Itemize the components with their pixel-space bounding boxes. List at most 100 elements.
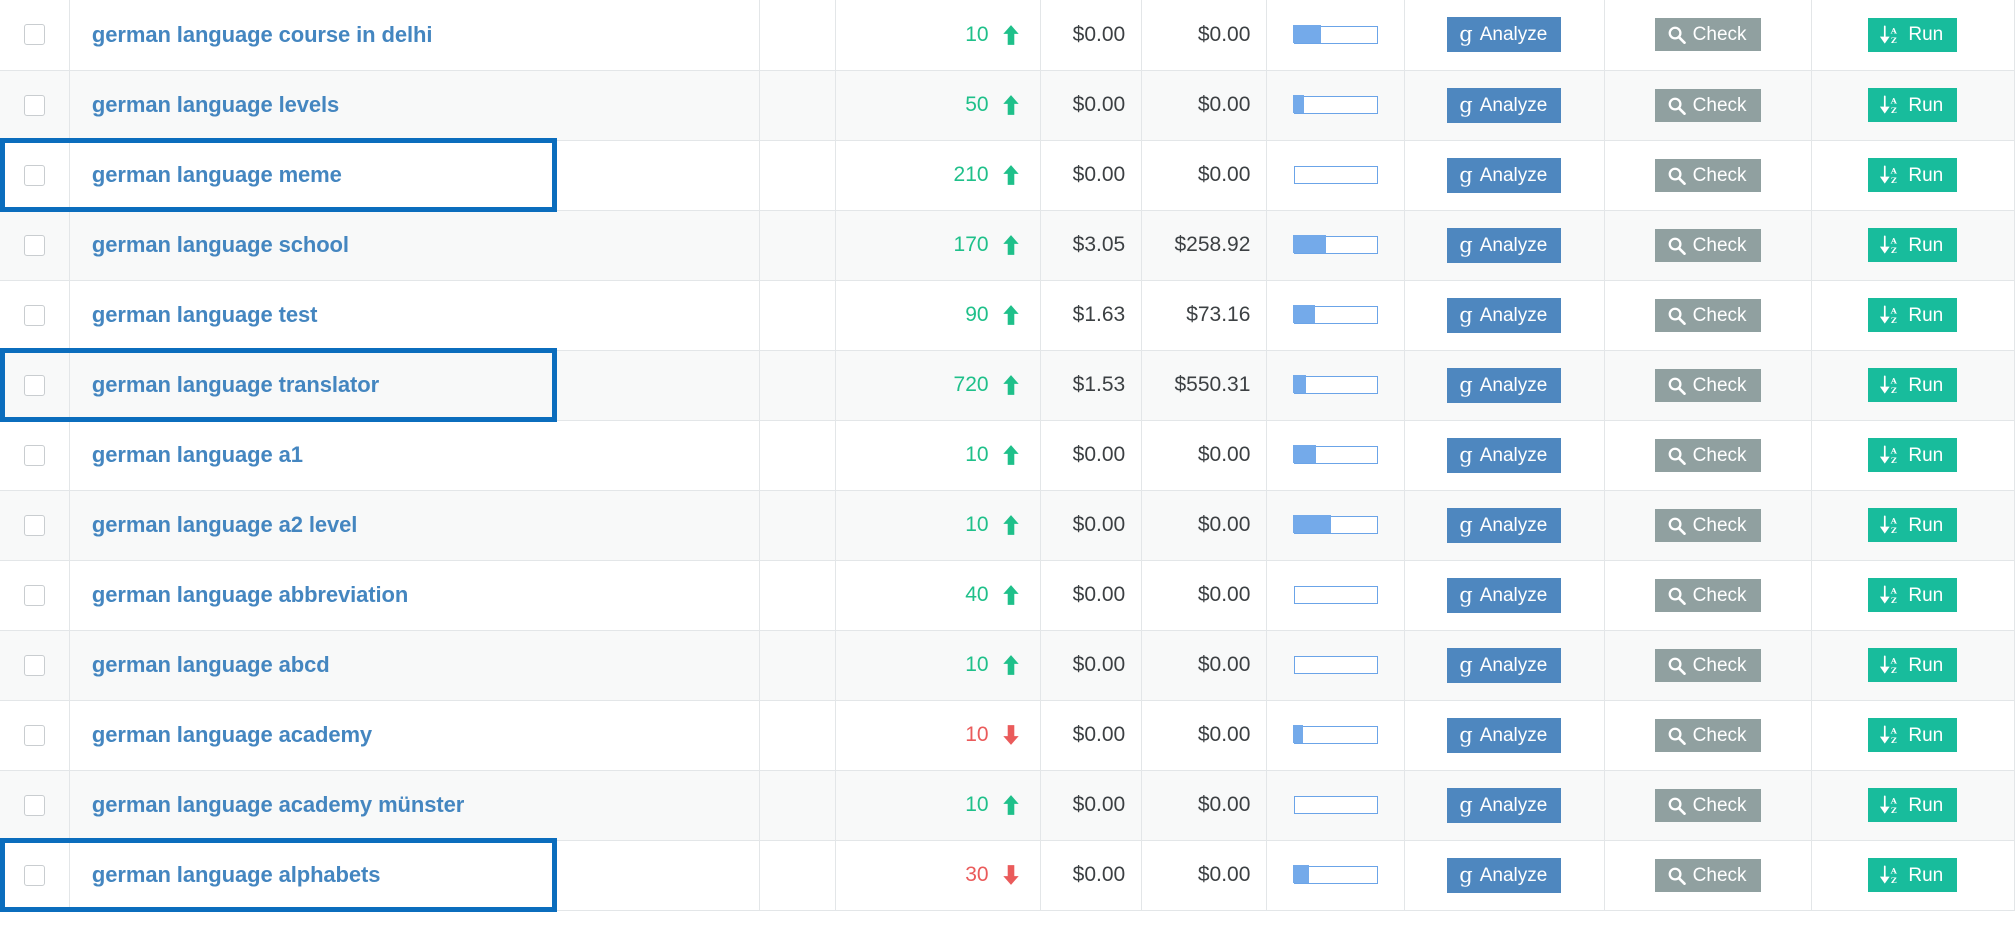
row-select-cell[interactable] bbox=[0, 490, 69, 560]
check-button[interactable]: Check bbox=[1655, 859, 1761, 892]
analyze-button[interactable]: gAnalyze bbox=[1447, 368, 1561, 403]
keyword-cell[interactable]: german language a1 bbox=[69, 420, 760, 490]
check-cell[interactable]: Check bbox=[1604, 770, 1811, 840]
run-button[interactable]: AZRun bbox=[1868, 88, 1957, 122]
table-row[interactable]: german language academy10$0.00$0.00gAnal… bbox=[0, 700, 2015, 770]
check-button[interactable]: Check bbox=[1655, 719, 1761, 752]
row-checkbox[interactable] bbox=[24, 95, 45, 116]
check-button[interactable]: Check bbox=[1655, 789, 1761, 822]
run-cell[interactable]: AZRun bbox=[1811, 0, 2014, 70]
check-cell[interactable]: Check bbox=[1604, 630, 1811, 700]
run-cell[interactable]: AZRun bbox=[1811, 140, 2014, 210]
table-row[interactable]: german language meme210$0.00$0.00gAnalyz… bbox=[0, 140, 2015, 210]
row-checkbox[interactable] bbox=[24, 865, 45, 886]
analyze-button[interactable]: gAnalyze bbox=[1447, 508, 1561, 543]
analyze-cell[interactable]: gAnalyze bbox=[1405, 700, 1605, 770]
row-checkbox[interactable] bbox=[24, 24, 45, 45]
row-select-cell[interactable] bbox=[0, 210, 69, 280]
analyze-cell[interactable]: gAnalyze bbox=[1405, 420, 1605, 490]
run-cell[interactable]: AZRun bbox=[1811, 70, 2014, 140]
check-cell[interactable]: Check bbox=[1604, 700, 1811, 770]
keyword-link[interactable]: german language school bbox=[92, 232, 349, 257]
analyze-button[interactable]: gAnalyze bbox=[1447, 88, 1561, 123]
run-button[interactable]: AZRun bbox=[1868, 298, 1957, 332]
keyword-link[interactable]: german language abcd bbox=[92, 652, 330, 677]
row-select-cell[interactable] bbox=[0, 140, 69, 210]
check-button[interactable]: Check bbox=[1655, 649, 1761, 682]
keyword-cell[interactable]: german language abbreviation bbox=[69, 560, 760, 630]
row-select-cell[interactable] bbox=[0, 0, 69, 70]
keyword-cell[interactable]: german language academy münster bbox=[69, 770, 760, 840]
run-button[interactable]: AZRun bbox=[1868, 508, 1957, 542]
keyword-link[interactable]: german language abbreviation bbox=[92, 582, 408, 607]
row-checkbox[interactable] bbox=[24, 165, 45, 186]
run-button[interactable]: AZRun bbox=[1868, 648, 1957, 682]
run-button[interactable]: AZRun bbox=[1868, 18, 1957, 52]
run-cell[interactable]: AZRun bbox=[1811, 420, 2014, 490]
row-select-cell[interactable] bbox=[0, 280, 69, 350]
check-button[interactable]: Check bbox=[1655, 159, 1761, 192]
keyword-link[interactable]: german language course in delhi bbox=[92, 22, 432, 47]
run-cell[interactable]: AZRun bbox=[1811, 770, 2014, 840]
keyword-cell[interactable]: german language academy bbox=[69, 700, 760, 770]
run-cell[interactable]: AZRun bbox=[1811, 560, 2014, 630]
run-cell[interactable]: AZRun bbox=[1811, 350, 2014, 420]
analyze-cell[interactable]: gAnalyze bbox=[1405, 560, 1605, 630]
run-button[interactable]: AZRun bbox=[1868, 718, 1957, 752]
row-select-cell[interactable] bbox=[0, 350, 69, 420]
table-row[interactable]: german language school170$3.05$258.92gAn… bbox=[0, 210, 2015, 280]
analyze-button[interactable]: gAnalyze bbox=[1447, 718, 1561, 753]
keyword-link[interactable]: german language academy münster bbox=[92, 792, 464, 817]
table-row[interactable]: german language test90$1.63$73.16gAnalyz… bbox=[0, 280, 2015, 350]
keyword-link[interactable]: german language a1 bbox=[92, 442, 303, 467]
run-button[interactable]: AZRun bbox=[1868, 438, 1957, 472]
run-button[interactable]: AZRun bbox=[1868, 578, 1957, 612]
row-checkbox[interactable] bbox=[24, 655, 45, 676]
check-cell[interactable]: Check bbox=[1604, 350, 1811, 420]
table-row[interactable]: german language a110$0.00$0.00gAnalyzeCh… bbox=[0, 420, 2015, 490]
check-button[interactable]: Check bbox=[1655, 439, 1761, 472]
keyword-cell[interactable]: german language a2 level bbox=[69, 490, 760, 560]
run-cell[interactable]: AZRun bbox=[1811, 280, 2014, 350]
analyze-cell[interactable]: gAnalyze bbox=[1405, 350, 1605, 420]
keyword-cell[interactable]: german language alphabets bbox=[69, 840, 760, 910]
run-cell[interactable]: AZRun bbox=[1811, 700, 2014, 770]
table-row[interactable]: german language a2 level10$0.00$0.00gAna… bbox=[0, 490, 2015, 560]
keyword-link[interactable]: german language test bbox=[92, 302, 317, 327]
check-button[interactable]: Check bbox=[1655, 229, 1761, 262]
check-cell[interactable]: Check bbox=[1604, 280, 1811, 350]
analyze-button[interactable]: gAnalyze bbox=[1447, 158, 1561, 193]
analyze-cell[interactable]: gAnalyze bbox=[1405, 70, 1605, 140]
row-select-cell[interactable] bbox=[0, 700, 69, 770]
row-checkbox[interactable] bbox=[24, 795, 45, 816]
check-button[interactable]: Check bbox=[1655, 18, 1761, 51]
row-checkbox[interactable] bbox=[24, 445, 45, 466]
check-cell[interactable]: Check bbox=[1604, 70, 1811, 140]
check-button[interactable]: Check bbox=[1655, 89, 1761, 122]
check-cell[interactable]: Check bbox=[1604, 560, 1811, 630]
table-row[interactable]: german language abcd10$0.00$0.00gAnalyze… bbox=[0, 630, 2015, 700]
keyword-cell[interactable]: german language test bbox=[69, 280, 760, 350]
analyze-cell[interactable]: gAnalyze bbox=[1405, 840, 1605, 910]
analyze-button[interactable]: gAnalyze bbox=[1447, 228, 1561, 263]
analyze-cell[interactable]: gAnalyze bbox=[1405, 280, 1605, 350]
run-button[interactable]: AZRun bbox=[1868, 858, 1957, 892]
analyze-cell[interactable]: gAnalyze bbox=[1405, 210, 1605, 280]
row-select-cell[interactable] bbox=[0, 560, 69, 630]
analyze-button[interactable]: gAnalyze bbox=[1447, 17, 1561, 52]
table-row[interactable]: german language levels50$0.00$0.00gAnaly… bbox=[0, 70, 2015, 140]
check-cell[interactable]: Check bbox=[1604, 210, 1811, 280]
row-select-cell[interactable] bbox=[0, 770, 69, 840]
check-cell[interactable]: Check bbox=[1604, 420, 1811, 490]
analyze-cell[interactable]: gAnalyze bbox=[1405, 630, 1605, 700]
keyword-link[interactable]: german language translator bbox=[92, 372, 379, 397]
check-cell[interactable]: Check bbox=[1604, 490, 1811, 560]
analyze-button[interactable]: gAnalyze bbox=[1447, 648, 1561, 683]
analyze-button[interactable]: gAnalyze bbox=[1447, 578, 1561, 613]
keyword-cell[interactable]: german language school bbox=[69, 210, 760, 280]
row-checkbox[interactable] bbox=[24, 375, 45, 396]
analyze-cell[interactable]: gAnalyze bbox=[1405, 490, 1605, 560]
analyze-cell[interactable]: gAnalyze bbox=[1405, 0, 1605, 70]
keyword-cell[interactable]: german language abcd bbox=[69, 630, 760, 700]
check-cell[interactable]: Check bbox=[1604, 840, 1811, 910]
